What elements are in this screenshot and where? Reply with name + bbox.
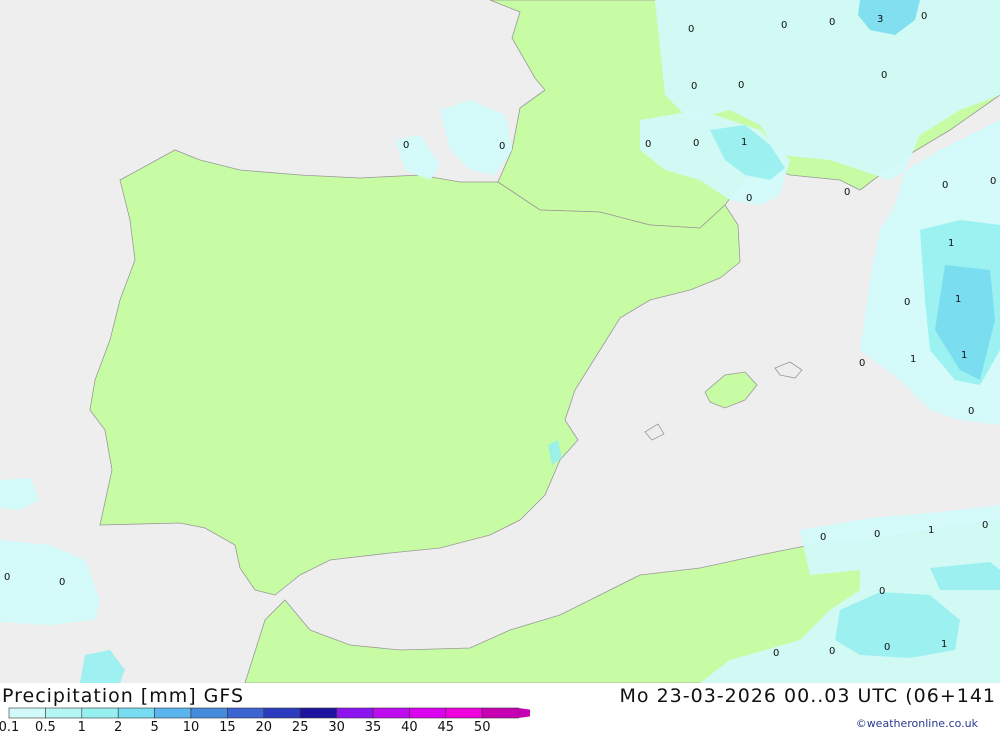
legend-label: 0.5 xyxy=(35,720,56,733)
value-label: 0 xyxy=(403,140,409,151)
value-label: 1 xyxy=(928,525,934,536)
legend-swatch xyxy=(190,707,228,719)
legend-swatch xyxy=(8,707,46,719)
value-label: 0 xyxy=(688,24,694,35)
value-label: 0 xyxy=(874,529,880,540)
legend-swatch xyxy=(445,707,483,719)
value-label: 0 xyxy=(4,572,10,583)
precipitation-legend: 0.1 0.5 1 2 5 10 15 20 25 30 35 40 45 50 xyxy=(0,707,530,733)
legend-swatch xyxy=(481,707,519,719)
map-title: Precipitation [mm] GFS xyxy=(2,685,245,707)
value-label: 0 xyxy=(693,138,699,149)
map-footer: Precipitation [mm] GFS Mo 23-03-2026 00.… xyxy=(0,683,1000,733)
value-label: 0 xyxy=(499,141,505,152)
value-label: 1 xyxy=(961,350,967,361)
legend-label: 1 xyxy=(78,720,86,733)
legend-label: 25 xyxy=(292,720,309,733)
legend-swatch xyxy=(45,707,83,719)
value-label: 0 xyxy=(982,520,988,531)
legend-swatch xyxy=(336,707,374,719)
legend-swatch xyxy=(81,707,119,719)
forecast-timestamp: Mo 23-03-2026 00..03 UTC (06+141 xyxy=(619,685,996,707)
legend-label: 0.1 xyxy=(0,720,19,733)
precipitation-map: 3 1 1 1 1 1 1 1 0 0 0 0 0 0 0 0 0 0 0 0 … xyxy=(0,0,1000,684)
value-label: 0 xyxy=(884,642,890,653)
legend-swatch xyxy=(263,707,301,719)
legend-swatch xyxy=(409,707,447,719)
value-label: 0 xyxy=(968,406,974,417)
value-label: 1 xyxy=(910,354,916,365)
legend-arrow xyxy=(518,708,530,718)
value-label: 0 xyxy=(844,187,850,198)
value-label: 0 xyxy=(942,180,948,191)
value-label: 0 xyxy=(691,81,697,92)
value-label: 3 xyxy=(877,14,883,25)
value-label: 1 xyxy=(955,294,961,305)
legend-label: 35 xyxy=(365,720,382,733)
legend-label: 45 xyxy=(438,720,455,733)
value-label: 0 xyxy=(881,70,887,81)
value-label: 0 xyxy=(773,648,779,659)
value-label: 0 xyxy=(829,17,835,28)
legend-swatch xyxy=(154,707,192,719)
value-label: 0 xyxy=(859,358,865,369)
legend-label: 5 xyxy=(150,720,158,733)
value-label: 0 xyxy=(738,80,744,91)
legend-label: 50 xyxy=(474,720,491,733)
legend-label: 10 xyxy=(183,720,200,733)
legend-swatch xyxy=(227,707,265,719)
value-label: 0 xyxy=(645,139,651,150)
value-label: 0 xyxy=(746,193,752,204)
value-label: 1 xyxy=(741,137,747,148)
legend-label: 30 xyxy=(328,720,345,733)
value-label: 0 xyxy=(879,586,885,597)
value-label: 0 xyxy=(781,20,787,31)
legend-label: 15 xyxy=(219,720,236,733)
value-label: 0 xyxy=(921,11,927,22)
value-label: 0 xyxy=(59,577,65,588)
value-label: 0 xyxy=(990,176,996,187)
credit-link[interactable]: ©weatheronline.co.uk xyxy=(856,717,978,730)
value-label: 0 xyxy=(820,532,826,543)
legend-swatch xyxy=(117,707,155,719)
value-label: 0 xyxy=(904,297,910,308)
legend-label: 40 xyxy=(401,720,418,733)
legend-swatch xyxy=(372,707,410,719)
legend-swatch xyxy=(299,707,337,719)
value-label: 0 xyxy=(829,646,835,657)
legend-label: 20 xyxy=(256,720,273,733)
legend-label: 2 xyxy=(114,720,122,733)
value-label: 1 xyxy=(948,238,954,249)
map-canvas: 3 1 1 1 1 1 1 1 0 0 0 0 0 0 0 0 0 0 0 0 … xyxy=(0,0,1000,684)
value-label: 1 xyxy=(941,639,947,650)
